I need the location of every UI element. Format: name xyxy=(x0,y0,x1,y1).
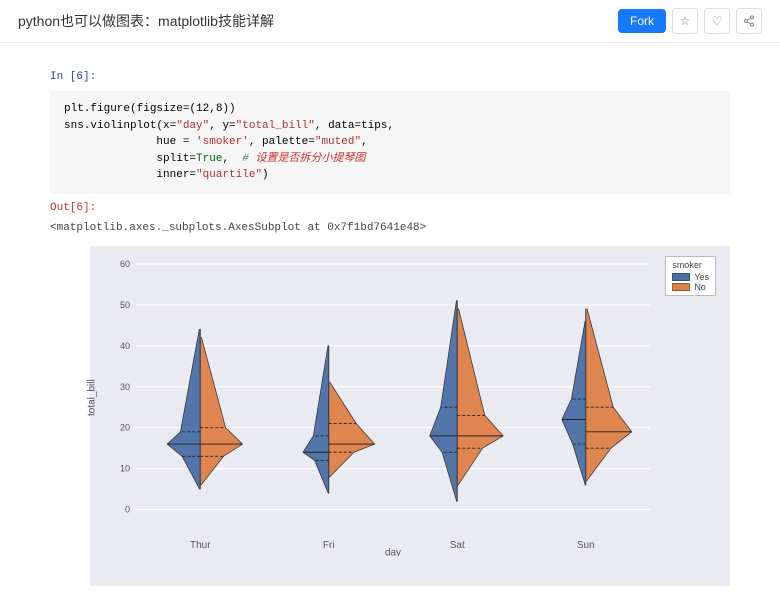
out-prompt: Out[6]: xyxy=(50,202,730,214)
notebook-page: In [6]: plt.figure(figsize=(12,8)) sns.v… xyxy=(0,43,780,606)
svg-text:10: 10 xyxy=(120,463,130,473)
svg-text:Sat: Sat xyxy=(450,540,465,551)
legend-title: smoker xyxy=(672,260,709,270)
action-bar: Fork ☆ ♡ xyxy=(618,8,762,34)
topbar: python也可以做图表：matplotlib技能详解 Fork ☆ ♡ xyxy=(0,0,780,43)
svg-text:Sun: Sun xyxy=(577,540,595,551)
output-repr: <matplotlib.axes._subplots.AxesSubplot a… xyxy=(50,222,730,234)
code-cell: plt.figure(figsize=(12,8)) sns.violinplo… xyxy=(50,91,730,194)
svg-text:30: 30 xyxy=(120,381,130,391)
fork-button[interactable]: Fork xyxy=(618,9,666,33)
svg-text:0: 0 xyxy=(125,504,130,514)
legend-swatch xyxy=(672,283,690,291)
violin-plot: total_bill 0 10 20 30 40 50 60 Thur Fri Sat Sun day… xyxy=(90,246,730,586)
y-axis-label: total_bill xyxy=(87,379,98,416)
legend-swatch xyxy=(672,273,690,281)
legend: smoker YesNo xyxy=(665,256,716,296)
page-title: python也可以做图表：matplotlib技能详解 xyxy=(18,11,274,31)
svg-text:60: 60 xyxy=(120,259,130,269)
heart-icon[interactable]: ♡ xyxy=(704,8,730,34)
svg-text:40: 40 xyxy=(120,340,130,350)
share-icon[interactable] xyxy=(736,8,762,34)
svg-text:Thur: Thur xyxy=(190,540,211,551)
legend-label: Yes xyxy=(694,272,709,282)
chart-container: total_bill 0 10 20 30 40 50 60 Thur Fri Sat Sun day… xyxy=(90,246,730,586)
svg-text:50: 50 xyxy=(120,299,130,309)
chart-svg: 0 10 20 30 40 50 60 Thur Fri Sat Sun day xyxy=(100,256,660,556)
svg-text:day: day xyxy=(385,547,401,556)
legend-label: No xyxy=(694,282,706,292)
legend-item: Yes xyxy=(672,272,709,282)
svg-text:20: 20 xyxy=(120,422,130,432)
in-prompt: In [6]: xyxy=(50,71,730,83)
legend-item: No xyxy=(672,282,709,292)
star-icon[interactable]: ☆ xyxy=(672,8,698,34)
svg-text:Fri: Fri xyxy=(323,540,335,551)
